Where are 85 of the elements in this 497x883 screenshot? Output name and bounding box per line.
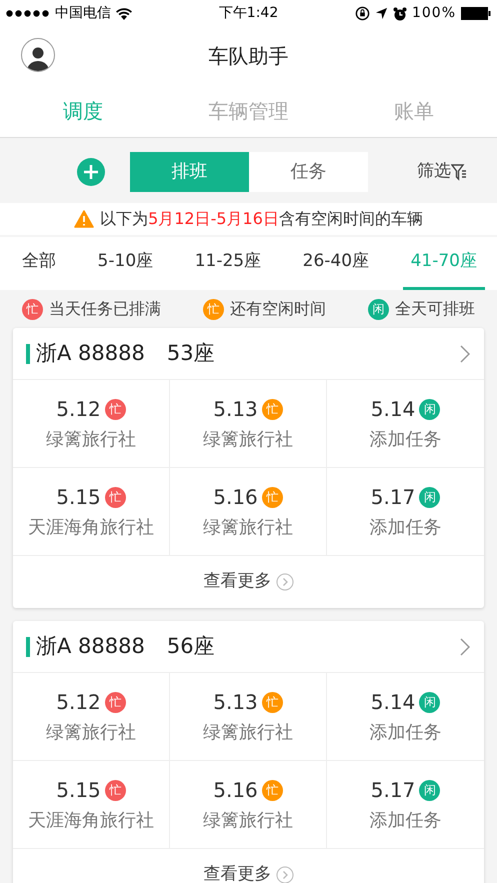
segment-tab[interactable]: 任务 (249, 152, 368, 192)
seat-tab[interactable]: 11-25座 (186, 237, 270, 290)
day-task: 绿篱旅行社 (46, 721, 136, 745)
signal-icon (6, 10, 50, 17)
day-task: 绿篱旅行社 (203, 428, 293, 452)
day-date: 5.12 (56, 396, 101, 423)
clock-text: 下午1:42 (218, 4, 280, 23)
day-task: 天涯海角旅行社 (28, 809, 154, 833)
day-cell[interactable]: 5.17 闲 添加任务 (327, 761, 484, 849)
day-task: 添加任务 (370, 428, 442, 452)
add-button[interactable] (77, 158, 105, 186)
day-date: 5.13 (213, 396, 258, 423)
day-task: 天涯海角旅行社 (28, 516, 154, 540)
day-date: 5.15 (56, 777, 101, 804)
rotation-lock-icon (354, 6, 370, 21)
status-badge: 忙 (262, 398, 283, 420)
day-date: 5.15 (56, 484, 101, 511)
day-cell[interactable]: 5.12 忙 绿篱旅行社 (13, 380, 170, 468)
day-task: 添加任务 (370, 721, 442, 745)
filter-icon (451, 162, 467, 180)
notice-text: 以下为5月12日-5月16日含有空闲时间的车辆 (100, 208, 423, 230)
plate-number: 浙A 88888 (36, 632, 145, 660)
day-cell[interactable]: 5.16 忙 绿篱旅行社 (170, 468, 327, 556)
seat-tab[interactable]: 全部 (14, 237, 64, 290)
seat-tab[interactable]: 26-40座 (294, 237, 378, 290)
battery-icon (461, 7, 492, 20)
day-cell[interactable]: 5.16 忙 绿篱旅行社 (170, 761, 327, 849)
status-badge: 闲 (419, 780, 440, 800)
legend-label: 还有空闲时间 (230, 298, 326, 320)
status-badge: 闲 (368, 298, 389, 320)
status-badge: 忙 (104, 398, 126, 420)
day-task: 绿篱旅行社 (203, 516, 293, 540)
status-badge: 闲 (419, 692, 440, 712)
day-cell[interactable]: 5.14 闲 添加任务 (327, 380, 484, 468)
location-arrow-icon (374, 7, 388, 20)
day-cell[interactable]: 5.13 忙 绿篱旅行社 (170, 673, 327, 761)
day-date: 5.16 (213, 484, 258, 511)
status-badge: 忙 (104, 692, 126, 712)
day-date: 5.17 (370, 484, 416, 511)
chevron-circle-icon (276, 573, 294, 591)
seat-tab[interactable]: 5-10座 (90, 237, 162, 290)
avatar-icon[interactable] (21, 38, 55, 72)
status-badge: 闲 (419, 398, 440, 420)
seat-count: 53座 (166, 340, 215, 367)
status-badge: 忙 (104, 780, 126, 800)
day-date: 5.16 (213, 777, 258, 804)
day-cell[interactable]: 5.12 忙 绿篱旅行社 (13, 673, 170, 761)
warning-icon (74, 210, 94, 228)
day-task: 添加任务 (370, 516, 442, 540)
day-cell[interactable]: 5.13 忙 绿篱旅行社 (170, 380, 327, 468)
day-date: 5.12 (56, 689, 101, 716)
page-title: 车队助手 (208, 43, 288, 70)
alarm-clock-icon (392, 6, 407, 20)
legend-label: 全天可排班 (395, 298, 475, 320)
wifi-icon (116, 8, 132, 20)
day-date: 5.14 (370, 689, 416, 716)
day-cell[interactable]: 5.15 忙 天涯海角旅行社 (13, 761, 170, 849)
status-badge: 忙 (203, 298, 224, 320)
plate-number: 浙A 88888 (36, 340, 145, 367)
view-more-button[interactable]: 查看更多 (204, 569, 294, 595)
day-task: 绿篱旅行社 (46, 428, 136, 452)
day-cell[interactable]: 5.17 闲 添加任务 (327, 468, 484, 556)
view-more-button[interactable]: 查看更多 (204, 862, 294, 883)
status-badge: 忙 (104, 486, 126, 508)
day-date: 5.14 (370, 396, 416, 423)
day-task: 添加任务 (370, 809, 442, 833)
day-date: 5.13 (213, 689, 258, 716)
status-badge: 忙 (22, 298, 43, 320)
day-cell[interactable]: 5.15 忙 天涯海角旅行社 (13, 468, 170, 556)
day-task: 绿篱旅行社 (203, 809, 293, 833)
legend-label: 当天任务已排满 (49, 298, 161, 320)
day-date: 5.17 (370, 777, 416, 804)
chevron-right-icon[interactable] (460, 344, 470, 362)
day-task: 绿篱旅行社 (203, 721, 293, 745)
plus-icon (83, 164, 99, 180)
day-cell[interactable]: 5.14 闲 添加任务 (327, 673, 484, 761)
filter-button[interactable]: 筛选 (417, 158, 467, 184)
seat-count: 56座 (166, 632, 215, 660)
battery-percent-text: 100% (412, 4, 456, 23)
status-badge: 忙 (262, 692, 283, 712)
status-badge: 忙 (262, 780, 283, 800)
chevron-right-icon[interactable] (460, 638, 470, 656)
status-badge: 忙 (262, 486, 283, 508)
carrier-text: 中国电信 (55, 4, 111, 23)
status-badge: 闲 (419, 486, 440, 508)
